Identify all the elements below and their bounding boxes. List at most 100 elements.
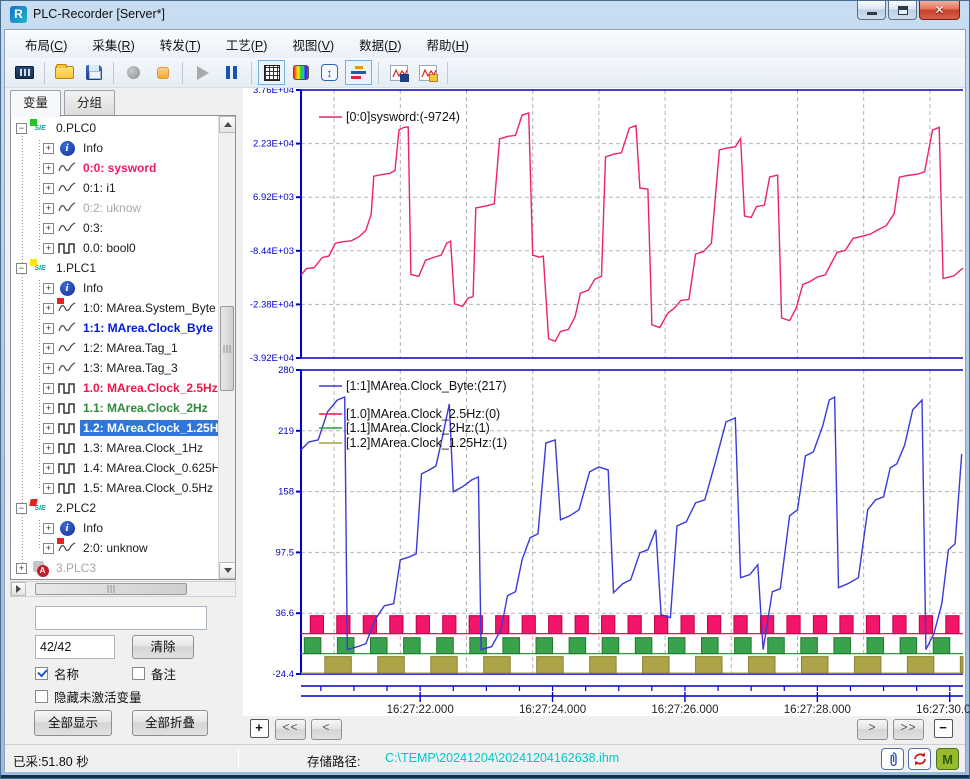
tree-vertical-scrollbar[interactable]: [218, 116, 235, 579]
menu-item-C[interactable]: 布局(C): [17, 31, 75, 58]
grid-toggle-button[interactable]: [258, 60, 285, 85]
save-button[interactable]: [80, 60, 107, 85]
expand-node-icon[interactable]: +: [43, 383, 54, 394]
expand-node-icon[interactable]: +: [43, 283, 54, 294]
tree-item[interactable]: +1.1: MArea.Clock_2Hz: [11, 398, 218, 418]
tab-groups[interactable]: 分组: [64, 90, 115, 115]
forward-button[interactable]: >: [857, 719, 888, 740]
expand-node-icon[interactable]: +: [43, 483, 54, 494]
menu-item-T[interactable]: 转发(T): [152, 31, 209, 58]
add-chart-button[interactable]: +: [250, 719, 269, 738]
tree-item[interactable]: +1.0: MArea.Clock_2.5Hz: [11, 378, 218, 398]
scroll-right-button[interactable]: [11, 582, 26, 596]
expand-node-icon[interactable]: +: [43, 363, 54, 374]
collapse-node-icon[interactable]: −: [16, 503, 27, 514]
backward-button[interactable]: <: [311, 719, 342, 740]
expand-node-icon[interactable]: +: [43, 343, 54, 354]
tree-item[interactable]: +1.3: MArea.Clock_1Hz: [11, 438, 218, 458]
expand-node-icon[interactable]: +: [43, 303, 54, 314]
remove-chart-button[interactable]: −: [934, 719, 953, 738]
save-curve-button[interactable]: [385, 60, 412, 85]
expand-node-icon[interactable]: +: [43, 423, 54, 434]
expand-node-icon[interactable]: +: [43, 543, 54, 554]
expand-node-icon[interactable]: +: [43, 463, 54, 474]
tree-item[interactable]: −SIE0.PLC0: [11, 118, 218, 138]
scroll-up-button[interactable]: [219, 116, 236, 133]
name-checkbox[interactable]: 名称: [35, 664, 79, 683]
tree-item[interactable]: +iInfo: [11, 138, 218, 158]
fast-backward-button[interactable]: <<: [275, 719, 306, 740]
tree-item[interactable]: −SIE2.PLC2: [11, 498, 218, 518]
close-button[interactable]: ✕: [919, 1, 960, 20]
tree-hscroll-thumb[interactable]: [35, 583, 187, 595]
tree-item[interactable]: +1.2: MArea.Clock_1.25H: [11, 418, 218, 438]
tree-item[interactable]: +1:2: MArea.Tag_1: [11, 338, 218, 358]
menu-item-V[interactable]: 视图(V): [284, 31, 342, 58]
expand-node-icon[interactable]: +: [43, 223, 54, 234]
curve-layers-button[interactable]: [345, 60, 372, 85]
fast-forward-button[interactable]: >>: [893, 719, 924, 740]
clear-button[interactable]: 清除: [132, 635, 194, 659]
expand-node-icon[interactable]: +: [16, 563, 27, 574]
expand-node-icon[interactable]: +: [43, 203, 54, 214]
tree-item[interactable]: +0:3:: [11, 218, 218, 238]
minimize-button[interactable]: [857, 1, 886, 20]
record-button[interactable]: [120, 60, 147, 85]
tree-item[interactable]: +0:1: i1: [11, 178, 218, 198]
vertical-fit-button[interactable]: ↕: [316, 60, 343, 85]
restore-button[interactable]: [888, 1, 917, 20]
stop-button[interactable]: [149, 60, 176, 85]
tree-item[interactable]: +2:0: unknow: [11, 538, 218, 558]
expand-node-icon[interactable]: +: [43, 163, 54, 174]
checkbox-icon: [132, 667, 145, 680]
attach-button[interactable]: [881, 748, 904, 770]
tree-item[interactable]: +1:3: MArea.Tag_3: [11, 358, 218, 378]
menu-item-R[interactable]: 采集(R): [84, 31, 142, 58]
tree-item-label: Info: [80, 280, 106, 296]
color-spectrum-button[interactable]: [287, 60, 314, 85]
plc-config-button[interactable]: [11, 60, 38, 85]
tab-variables[interactable]: 变量: [10, 90, 61, 117]
expand-node-icon[interactable]: +: [43, 243, 54, 254]
tree-item[interactable]: +A3.PLC3: [11, 558, 218, 578]
marker-mode-button[interactable]: M: [936, 748, 959, 770]
expand-node-icon[interactable]: +: [43, 523, 54, 534]
menu-item-H[interactable]: 帮助(H): [418, 31, 476, 58]
show-all-button[interactable]: 全部显示: [34, 710, 112, 736]
expand-node-icon[interactable]: +: [43, 183, 54, 194]
tree-item[interactable]: −SIE1.PLC1: [11, 258, 218, 278]
open-curve-button[interactable]: [414, 60, 441, 85]
expand-node-icon[interactable]: +: [43, 323, 54, 334]
tree-item[interactable]: +1.4: MArea.Clock_0.625H: [11, 458, 218, 478]
tree-item[interactable]: +0:0: sysword: [11, 158, 218, 178]
tree-item[interactable]: +0:2: uknow: [11, 198, 218, 218]
menu-item-D[interactable]: 数据(D): [351, 31, 409, 58]
tree-item[interactable]: +1:0: MArea.System_Byte: [11, 298, 218, 318]
collapse-node-icon[interactable]: −: [16, 123, 27, 134]
expand-node-icon[interactable]: +: [43, 403, 54, 414]
note-checkbox[interactable]: 备注: [132, 664, 176, 683]
play-button[interactable]: [189, 60, 216, 85]
hide-inactive-checkbox[interactable]: 隐藏未激活变量: [35, 687, 142, 706]
tree-item-label: 1:3: MArea.Tag_3: [80, 360, 181, 376]
collapse-all-button[interactable]: 全部折叠: [132, 710, 208, 736]
scroll-down-button[interactable]: [219, 562, 236, 579]
pause-button[interactable]: [218, 60, 245, 85]
collapse-node-icon[interactable]: −: [16, 263, 27, 274]
open-button[interactable]: [51, 60, 78, 85]
tree-item[interactable]: +1:1: MArea.Clock_Byte: [11, 318, 218, 338]
tree-scroll-thumb[interactable]: [220, 306, 234, 391]
tree-item[interactable]: +iInfo: [11, 278, 218, 298]
tree-horizontal-scrollbar[interactable]: [10, 581, 236, 597]
chart-area[interactable]: 3.76E+042.23E+046.92E+03-8.44E+03-2.38E+…: [243, 88, 965, 716]
tree-item[interactable]: +1.5: MArea.Clock_0.5Hz: [11, 478, 218, 498]
refresh-button[interactable]: [908, 748, 931, 770]
charts-svg[interactable]: 3.76E+042.23E+046.92E+03-8.44E+03-2.38E+…: [243, 88, 969, 716]
menu-item-P[interactable]: 工艺(P): [218, 31, 276, 58]
expand-node-icon[interactable]: +: [43, 143, 54, 154]
title-bar[interactable]: R PLC-Recorder [Server*] ✕: [1, 1, 969, 29]
tree-item[interactable]: +iInfo: [11, 518, 218, 538]
expand-node-icon[interactable]: +: [43, 443, 54, 454]
search-input[interactable]: [35, 606, 207, 630]
tree-item[interactable]: +0.0: bool0: [11, 238, 218, 258]
